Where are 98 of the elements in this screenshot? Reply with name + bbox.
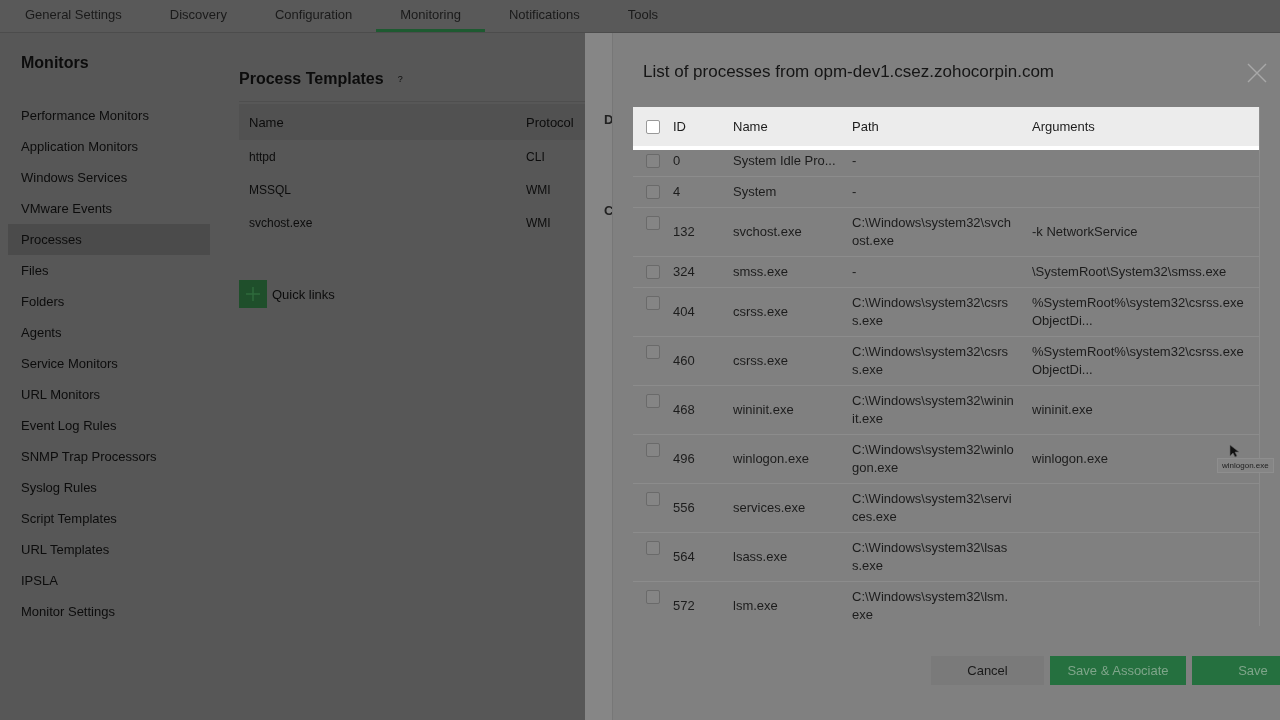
row-checkbox[interactable] [646,265,660,279]
row-checkbox[interactable] [646,541,660,555]
column-header: ID [673,119,687,134]
sidebar-item[interactable]: SNMP Trap Processors [8,441,210,472]
row-checkbox[interactable] [646,443,660,457]
sidebar-item[interactable]: Event Log Rules [8,410,210,441]
sidebar-item[interactable]: Monitor Settings [8,596,210,627]
sidebar-item[interactable]: IPSLA [8,565,210,596]
column-header: Name [249,114,285,130]
help-link[interactable]: ? [397,74,403,84]
row-checkbox[interactable] [646,590,660,604]
table-cell-text: WMI [526,182,552,197]
row-checkbox[interactable] [646,345,660,359]
column-header: Name [733,119,769,134]
row-checkbox[interactable] [646,185,660,199]
column-header: Protocol [526,114,575,130]
tooltip: winlogon.exe [1217,458,1274,473]
sidebar-item[interactable]: URL Templates [8,534,210,565]
table-cell-text: 404 [673,303,696,321]
row-checkbox[interactable] [646,394,660,408]
sidebar-item[interactable]: Folders [8,286,210,317]
nav-tab[interactable]: Notifications [484,0,604,32]
sidebar-item[interactable]: Performance Monitors [8,100,210,131]
sidebar-item[interactable]: Application Monitors [8,131,210,162]
sidebar-item[interactable]: Windows Services [8,162,210,193]
row-checkbox[interactable] [646,154,660,168]
table-cell-text: %SystemRoot%\system32\csrss.exe ObjectDi... [1032,343,1245,379]
sidebar-item[interactable]: VMware Events [8,193,210,224]
table-cell-text: lsass.exe [733,548,789,566]
row-checkbox[interactable] [646,296,660,310]
table-cell: \SystemRoot\System32\smss.exe [1032,263,1227,281]
table-cell-text: CLI [526,149,546,164]
select-all-checkbox[interactable] [646,119,660,134]
table-cell-text: - [852,183,858,201]
table-cell: -k NetworkService [1032,223,1138,241]
add-icon [239,280,267,308]
sidebar-item[interactable]: Script Templates [8,503,210,534]
nav-tab[interactable]: General Settings [0,0,146,32]
table-cell-text: C:\Windows\system32\lsm.exe [852,588,1010,624]
sidebar-item[interactable]: Agents [8,317,210,348]
table-cell-text: WMI [526,215,552,230]
table-cell-text: 496 [673,450,696,468]
table-cell-text: 460 [673,352,696,370]
sidebar-item[interactable]: Syslog Rules [8,472,210,503]
table-cell: wininit.exe [1032,401,1093,419]
table-cell-text: MSSQL [249,182,292,197]
table-cell-text: httpd [249,149,277,164]
nav-tab[interactable]: Tools [603,0,683,32]
column-header: Path [852,119,880,134]
sidebar-item[interactable]: Processes [8,224,210,255]
nav-tab[interactable]: Discovery [145,0,251,32]
table-cell-text: 132 [673,223,696,241]
table-cell-text: 572 [673,597,696,615]
quick-links-link[interactable]: Quick links [272,286,335,302]
table-cell-text: smss.exe [733,263,789,281]
table-cell-text: services.exe [733,499,807,517]
field-label: D [603,111,612,129]
save-button[interactable]: Save [1192,656,1280,685]
table-cell-text: C:\Windows\system32\svchost.exe [852,214,1012,250]
dialog-title: List of processes from opm-dev1.csez.zohocorpin.com [643,62,1054,83]
sidebar-item[interactable]: Service Monitors [8,348,210,379]
save-button[interactable]: Save & Associate [1050,656,1186,685]
table-cell-text: 0 [673,152,682,170]
table-cell-text: 556 [673,499,696,517]
sidebar-item[interactable]: Files [8,255,210,286]
page-title: Process Templates [239,70,384,88]
cursor-icon [1229,444,1239,458]
table-cell-text: - [852,263,858,281]
sidebar-title: Monitors [20,53,90,73]
row-checkbox[interactable] [646,492,660,506]
table-cell-text: %SystemRoot%\system32\csrss.exe ObjectDi... [1032,294,1245,330]
column-header: Arguments [1032,119,1095,134]
row-checkbox[interactable] [646,216,660,230]
table-cell-text: C:\Windows\system32\csrss.exe [852,294,1010,330]
table-cell-text: svchost.exe [249,215,314,230]
table-cell-text: winlogon.exe [733,450,810,468]
table-cell-text: lsm.exe [733,597,779,615]
cancel-button[interactable]: Cancel [931,656,1044,685]
table-cell-text: 324 [673,263,696,281]
nav-tab[interactable]: Configuration [250,0,377,32]
table-cell-text: C:\Windows\system32\services.exe [852,490,1013,526]
table-cell-text: C:\Windows\system32\lsass.exe [852,539,1009,575]
table-cell-text: 4 [673,183,682,201]
table-cell: C:\Windows\system32\wininit.exe [852,392,1014,428]
table-cell-text: 468 [673,401,696,419]
table-cell: winlogon.exe [1032,450,1108,468]
table-cell-text: 564 [673,548,696,566]
table-cell-text: System Idle Pro... [733,152,837,170]
table-cell-text: csrss.exe [733,352,789,370]
table-cell-text: svchost.exe [733,223,803,241]
table-cell-text: - [852,152,858,170]
close-icon [1247,63,1267,83]
table-cell-text: C:\Windows\system32\csrss.exe [852,343,1010,379]
sidebar-item[interactable]: URL Monitors [8,379,210,410]
table-cell-text: wininit.exe [733,401,795,419]
table-cell-text: csrss.exe [733,303,789,321]
table-cell: C:\Windows\system32\winlogon.exe [852,441,1014,477]
table-cell-text: System [733,183,778,201]
